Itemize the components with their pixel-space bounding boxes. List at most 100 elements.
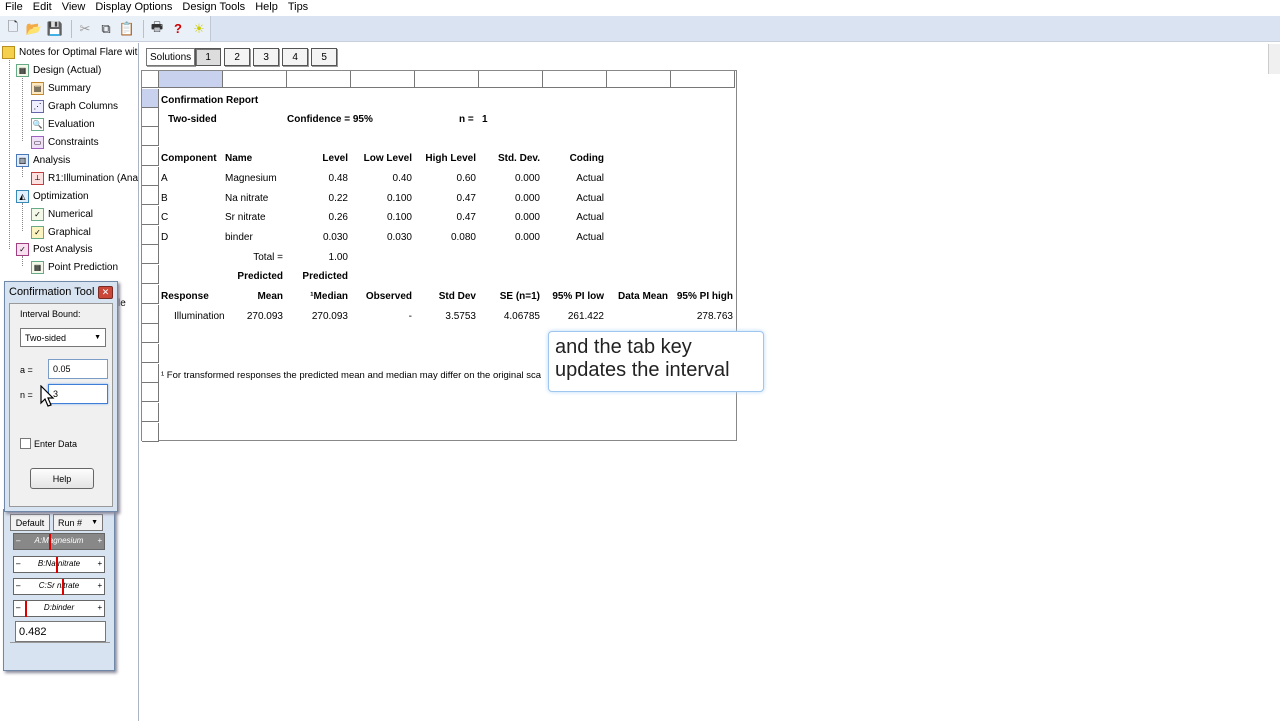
grid-row-header[interactable]: [142, 206, 159, 225]
slider-level-mark[interactable]: [25, 601, 27, 617]
grid-row-header[interactable]: [142, 245, 159, 264]
slider-plus[interactable]: +: [97, 559, 102, 568]
tree-item-r1-illumination[interactable]: ⟂ R1:Illumination (Anal: [31, 170, 138, 186]
grid-row-header[interactable]: [142, 89, 159, 108]
copy-icon[interactable]: ⧉: [97, 20, 115, 38]
slider-level-mark[interactable]: [49, 534, 51, 550]
magnifier-icon: 🔍: [31, 117, 44, 131]
tree-item-post-analysis[interactable]: ✓ Post Analysis: [16, 241, 92, 257]
menu-view[interactable]: View: [57, 1, 91, 14]
tree-item-analysis[interactable]: ▥ Analysis: [16, 152, 70, 168]
paste-icon[interactable]: 📋: [118, 20, 136, 38]
grid-row-header[interactable]: [142, 127, 159, 146]
run-number-dropdown[interactable]: Run # ▼: [53, 514, 103, 531]
tree-item-numerical[interactable]: ✓ Numerical: [31, 206, 93, 222]
menu-display-options[interactable]: Display Options: [90, 1, 177, 14]
panel-footer: [10, 642, 110, 667]
post-analysis-icon: ✓: [16, 242, 29, 256]
grid-row-header[interactable]: [142, 403, 159, 422]
tree-item-evaluation[interactable]: 🔍 Evaluation: [31, 116, 95, 132]
row-a-coding: Actual: [576, 173, 604, 184]
grid-column-header[interactable]: [671, 71, 735, 88]
slider-plus[interactable]: +: [97, 536, 102, 545]
slider-level-mark[interactable]: [56, 557, 58, 573]
solution-tab-2[interactable]: 2: [224, 48, 251, 66]
grid-column-header[interactable]: [223, 71, 287, 88]
row-c-component: C: [161, 212, 169, 223]
n-input[interactable]: 3: [48, 384, 108, 404]
resp-header-data-mean: Data Mean: [617, 291, 668, 302]
close-icon[interactable]: ✕: [98, 286, 113, 299]
print-icon[interactable]: 🖶: [148, 19, 166, 38]
slider-plus[interactable]: +: [97, 603, 102, 612]
report-n-label: n =: [459, 114, 474, 125]
slider-plus[interactable]: +: [97, 581, 102, 590]
tree-item-graph-columns[interactable]: ⋰ Graph Columns: [31, 98, 118, 114]
menu-tips[interactable]: Tips: [283, 1, 313, 14]
alpha-input[interactable]: 0.05: [48, 359, 108, 379]
grid-row-header[interactable]: [142, 285, 159, 304]
tree-item-label: Optimization: [33, 190, 89, 202]
grid-column-header[interactable]: [159, 71, 223, 88]
grid-column-header[interactable]: [543, 71, 607, 88]
tree-item-label: le: [118, 297, 126, 309]
tips-bulb-icon[interactable]: ☀: [190, 20, 208, 38]
solution-tab-1[interactable]: 1: [195, 48, 222, 66]
menu-help[interactable]: Help: [250, 1, 283, 14]
cut-icon[interactable]: ✂: [76, 20, 94, 38]
default-button[interactable]: Default: [10, 514, 50, 531]
grid-column-header[interactable]: [479, 71, 543, 88]
grid-row-header[interactable]: [142, 147, 159, 166]
grid-row-header[interactable]: [142, 324, 159, 343]
row-b-high: 0.47: [456, 193, 476, 204]
chevron-down-icon: ▼: [91, 519, 98, 526]
menu-bar: File Edit View Display Options Design To…: [0, 0, 1280, 14]
factor-slider-d[interactable]: – D:binder +: [13, 600, 105, 617]
solution-tab-4[interactable]: 4: [282, 48, 309, 66]
grid-row-header[interactable]: [142, 383, 159, 402]
menu-design-tools[interactable]: Design Tools: [177, 1, 250, 14]
solution-tab-3[interactable]: 3: [253, 48, 280, 66]
grid-row-header[interactable]: [142, 364, 159, 383]
grid-row-header[interactable]: [142, 186, 159, 205]
grid-row-header[interactable]: [142, 226, 159, 245]
resp-header-se: SE (n=1): [499, 291, 540, 302]
new-file-icon[interactable]: 🗋: [4, 19, 22, 38]
tree-item-label: Analysis: [33, 154, 71, 166]
help-button[interactable]: Help: [30, 468, 94, 489]
grid-column-header[interactable]: [415, 71, 479, 88]
factor-slider-a[interactable]: – A:Magnesium +: [13, 533, 105, 550]
tree-item-graphical[interactable]: ✓ Graphical: [31, 224, 91, 240]
solution-tab-5[interactable]: 5: [311, 48, 338, 66]
factor-value-field[interactable]: 0.482: [15, 621, 106, 642]
interval-bound-select[interactable]: Two-sided ▼: [20, 328, 106, 347]
open-folder-icon[interactable]: 📂: [25, 20, 43, 38]
tree-item-optimization[interactable]: ◭ Optimization: [16, 188, 89, 204]
row-a-component: A: [161, 173, 168, 184]
save-icon[interactable]: 💾: [46, 20, 64, 38]
grid-row-header[interactable]: [142, 167, 159, 186]
col-header-name: Name: [225, 153, 253, 164]
tree-root[interactable]: Notes for Optimal Flare wit: [2, 44, 137, 60]
grid-row-header[interactable]: [142, 305, 159, 324]
report-confidence: Confidence = 95%: [287, 114, 373, 125]
grid-column-header[interactable]: [287, 71, 351, 88]
enter-data-checkbox[interactable]: [20, 438, 31, 449]
grid-row-header[interactable]: [142, 344, 159, 363]
grid-row-header[interactable]: [142, 108, 159, 127]
grid-column-header[interactable]: [351, 71, 415, 88]
factor-slider-c[interactable]: – C:Sr nitrate +: [13, 578, 105, 595]
help-question-icon[interactable]: ?: [169, 20, 187, 38]
vertical-scrollbar[interactable]: [1268, 44, 1280, 74]
menu-edit[interactable]: Edit: [28, 1, 57, 14]
tree-item-point-prediction[interactable]: ▦ Point Prediction: [31, 259, 118, 275]
grid-row-header[interactable]: [142, 265, 159, 284]
grid-row-header[interactable]: [142, 423, 159, 442]
menu-file[interactable]: File: [0, 1, 28, 14]
slider-level-mark[interactable]: [62, 579, 64, 595]
tree-item-summary[interactable]: ▤ Summary: [31, 80, 91, 96]
tree-item-design[interactable]: ▦ Design (Actual): [16, 62, 101, 78]
factor-slider-b[interactable]: – B:Na nitrate +: [13, 556, 105, 573]
grid-column-header[interactable]: [607, 71, 671, 88]
tree-item-constraints[interactable]: ▭ Constraints: [31, 134, 99, 150]
